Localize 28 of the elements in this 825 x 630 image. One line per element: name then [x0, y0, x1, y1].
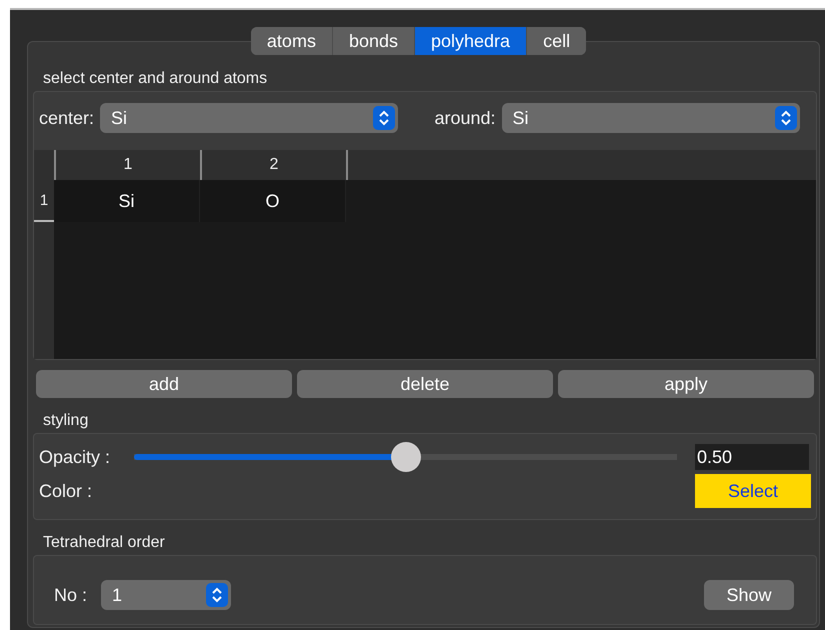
slider-thumb[interactable] — [390, 442, 420, 472]
action-button[interactable]: delete — [297, 370, 553, 398]
group-title: select center and around atoms — [42, 70, 268, 88]
tab[interactable]: polyhedra — [414, 27, 526, 55]
opacity-field[interactable]: 0.50 — [695, 444, 809, 470]
color-label: Color : — [39, 480, 94, 502]
group-title: Tetrahedral order — [42, 534, 166, 552]
table-cell: O — [200, 180, 346, 222]
stepper-icon — [373, 106, 396, 130]
group-title: styling — [42, 412, 90, 430]
color-select-button[interactable]: Select — [695, 474, 811, 508]
show-button[interactable]: Show — [704, 580, 794, 610]
center-dropdown[interactable]: Si — [100, 103, 398, 133]
row-header: 1 — [34, 180, 54, 222]
tab[interactable]: cell — [526, 27, 586, 55]
table-cell: Si — [54, 180, 200, 222]
number-label: No : — [54, 584, 88, 606]
around-label: around: — [434, 108, 496, 128]
opacity-label: Opacity : — [39, 446, 112, 468]
stepper-icon — [206, 583, 228, 607]
column-header: 1 — [54, 150, 200, 180]
center-label: center: — [39, 108, 94, 128]
action-button[interactable]: add — [36, 370, 292, 398]
action-button[interactable]: apply — [558, 370, 814, 398]
around-dropdown[interactable]: Si — [502, 103, 800, 133]
column-header: 2 — [200, 150, 346, 180]
stepper-icon — [775, 106, 797, 130]
number-dropdown[interactable]: 1 — [101, 580, 232, 610]
